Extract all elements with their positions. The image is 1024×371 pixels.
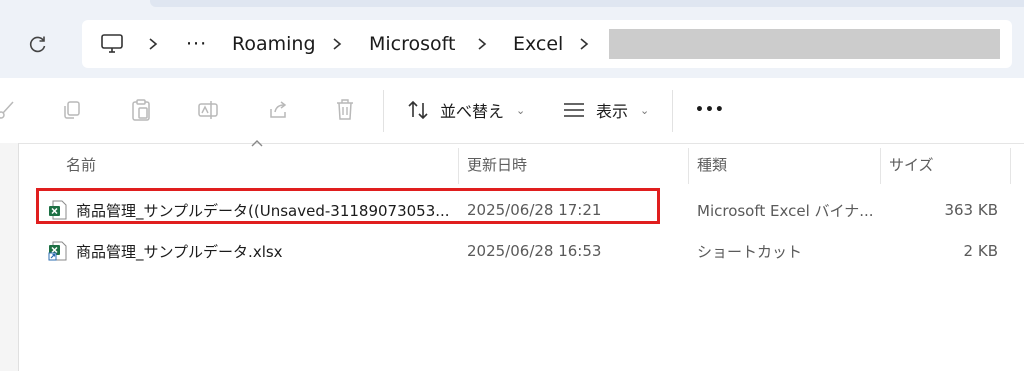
share-button[interactable] [264,96,292,124]
file-modified: 2025/06/28 16:53 [467,242,602,260]
share-icon [270,101,287,118]
chevron-down-icon: ⌄ [516,103,526,117]
breadcrumb-microsoft[interactable]: Microsoft [369,20,455,68]
file-type: Microsoft Excel バイナ... [697,201,874,220]
column-divider[interactable] [688,148,689,184]
breadcrumb-roaming[interactable]: Roaming [232,20,316,68]
file-size: 2 KB [963,242,998,260]
copy-icon [64,101,80,119]
column-divider[interactable] [458,148,459,184]
toolbar-divider [383,90,384,132]
redacted-path-segment [609,29,1000,59]
this-pc-button[interactable] [100,20,124,68]
rename-icon [198,101,218,119]
chevron-right-icon[interactable] [332,20,342,68]
file-name[interactable]: 商品管理_サンプルデータ.xlsx [76,241,283,262]
monitor-icon [101,34,123,53]
file-row[interactable]: 商品管理_サンプルデータ.xlsx 2025/06/28 16:53 ショートカ… [40,233,1010,269]
chevron-right-icon[interactable] [579,20,589,68]
file-type: ショートカット [697,242,803,261]
address-bar[interactable]: ··· Roaming Microsoft Excel [82,20,1012,68]
chevron-right-icon[interactable] [477,20,487,68]
navigation-pane-edge [0,143,19,371]
sort-button[interactable]: 並べ替え ⌄ [406,92,525,128]
breadcrumb-excel[interactable]: Excel [513,20,563,68]
column-divider[interactable] [880,148,881,184]
more-options-button[interactable]: ••• [695,92,725,128]
excel-shortcut-icon [48,241,67,261]
refresh-icon [29,36,46,53]
file-size: 363 KB [944,201,998,219]
chevron-down-icon: ⌄ [640,103,650,117]
paste-button[interactable] [127,96,155,124]
column-header-size[interactable]: サイズ [889,143,934,185]
view-button[interactable]: 表示 ⌄ [562,92,649,128]
column-header-modified[interactable]: 更新日時 [467,143,527,185]
sort-arrows-icon [408,100,428,120]
delete-button[interactable] [331,96,359,124]
tab-strip-edge [150,0,1024,7]
column-divider[interactable] [1010,148,1011,184]
sort-ascending-icon [251,140,263,147]
command-bar: 並べ替え ⌄ 表示 ⌄ ••• [0,78,1024,144]
scissors-icon [0,101,14,119]
breadcrumb-overflow[interactable]: ··· [186,20,207,68]
refresh-button[interactable] [24,30,52,58]
clipboard-icon [132,99,150,121]
copy-button[interactable] [58,96,86,124]
list-view-icon [564,103,584,117]
view-label: 表示 [596,102,629,121]
cut-button[interactable] [0,96,20,124]
rename-button[interactable] [195,96,223,124]
toolbar-divider [672,90,673,132]
column-header-type[interactable]: 種類 [697,143,727,185]
sort-label: 並べ替え [440,102,505,121]
highlight-box [36,188,660,224]
trash-icon [337,99,353,120]
column-header-name[interactable]: 名前 [66,143,96,185]
chevron-right-icon[interactable] [148,20,158,68]
